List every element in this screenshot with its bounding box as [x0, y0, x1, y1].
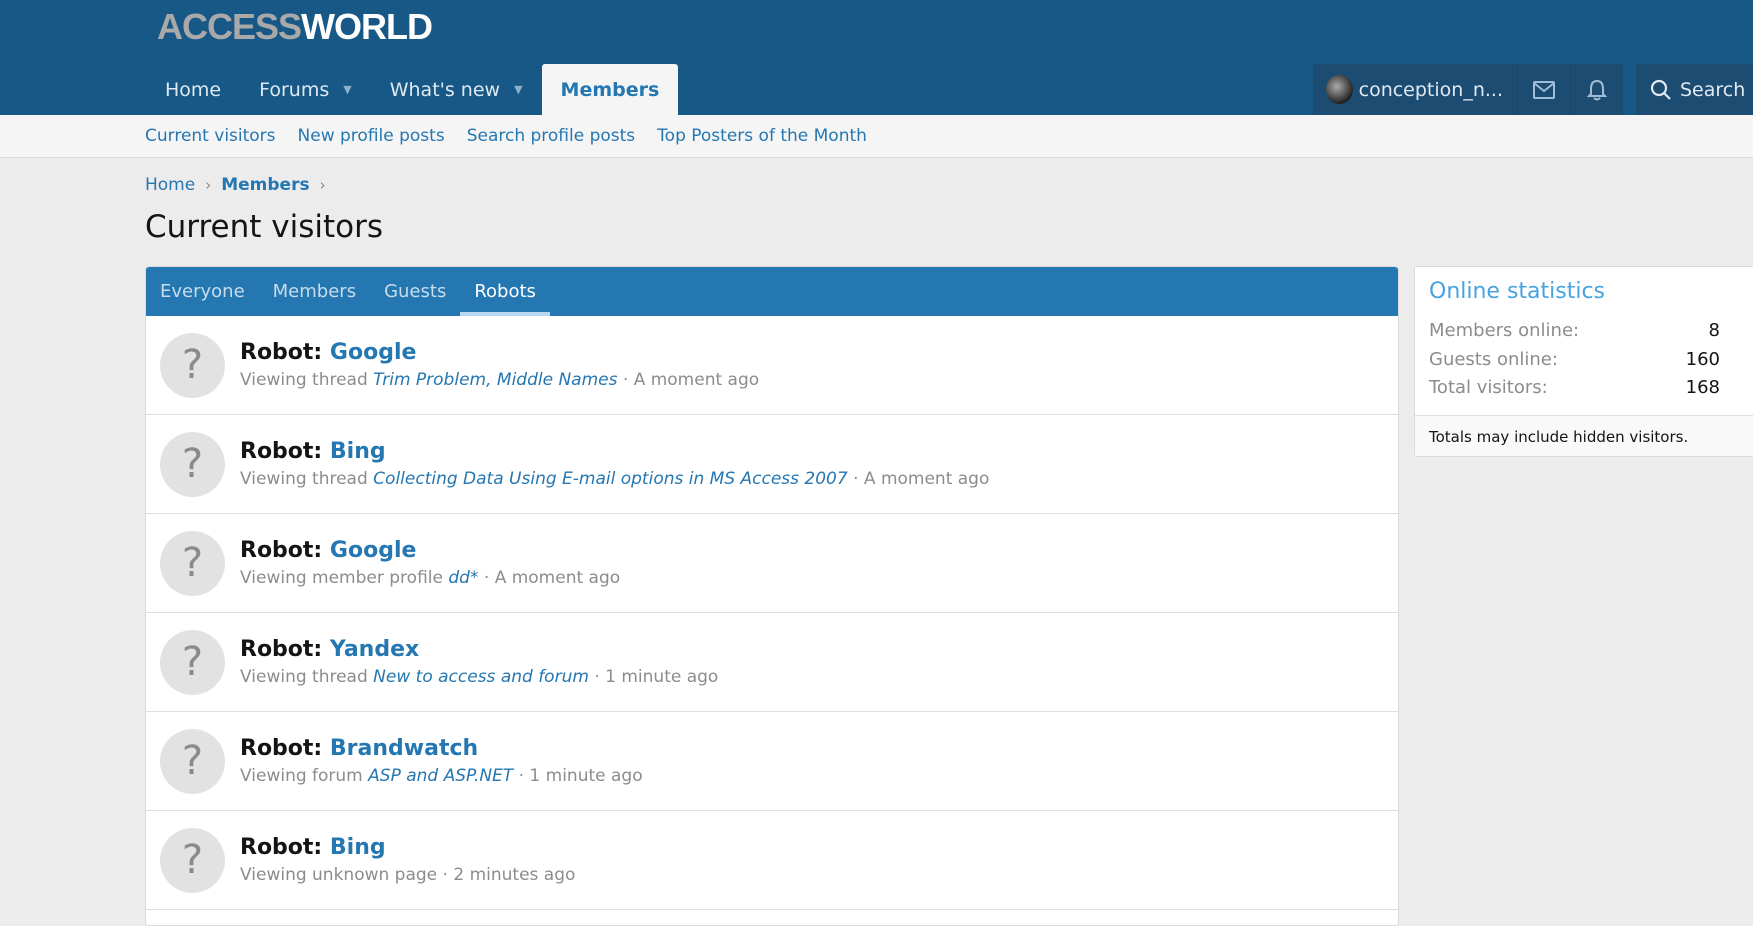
activity-link[interactable]: dd* [448, 568, 478, 588]
nav-forums[interactable]: Forums ▼ [240, 64, 371, 115]
logo-text-access: ACCESS [157, 6, 302, 47]
chevron-right-icon: › [319, 176, 326, 194]
activity-text: Viewing thread [240, 370, 368, 390]
robot-label: Robot: [240, 538, 323, 563]
subnav-top-posters[interactable]: Top Posters of the Month [657, 126, 867, 146]
stat-label: Members online: [1429, 320, 1580, 341]
activity-time: 1 minute ago [529, 766, 643, 786]
activity-link[interactable]: Trim Problem, Middle Names [373, 370, 617, 390]
chevron-right-icon: › [205, 176, 212, 194]
robot-name[interactable]: Bing [330, 439, 386, 464]
stat-value: 160 [1685, 348, 1720, 370]
nav-home[interactable]: Home [146, 64, 240, 115]
tab-everyone[interactable]: Everyone [146, 267, 259, 316]
visitor-row: ? Robot: Bing Viewing unknown page · 2 m… [146, 811, 1398, 910]
logo-text-world: WORLD [301, 6, 433, 47]
page-title: Current visitors [145, 209, 384, 245]
unknown-avatar-icon: ? [160, 827, 225, 893]
activity-time: A moment ago [494, 568, 621, 588]
activity-link[interactable]: Collecting Data Using E-mail options in … [373, 469, 848, 489]
bell-icon [1587, 79, 1607, 100]
online-statistics-widget: Online statistics Members online: 8 Guest… [1414, 266, 1753, 457]
activity-text: Viewing unknown page [240, 865, 438, 885]
search-icon [1650, 79, 1671, 100]
nav-forums-label: Forums [259, 78, 330, 101]
robot-label: Robot: [240, 439, 323, 464]
robot-name[interactable]: Bing [330, 835, 386, 860]
breadcrumb-home[interactable]: Home [145, 175, 195, 195]
subnav-current-visitors[interactable]: Current visitors [145, 126, 276, 146]
activity-text: Viewing forum [240, 766, 363, 786]
subnav-search-profile-posts[interactable]: Search profile posts [467, 126, 635, 146]
account-button[interactable]: conception_n... [1313, 64, 1517, 115]
robot-name[interactable]: Yandex [330, 637, 419, 662]
stat-total-visitors: Total visitors: 168 [1429, 377, 1744, 406]
envelope-icon [1533, 80, 1555, 99]
robot-name[interactable]: Google [330, 538, 417, 563]
tab-members[interactable]: Members [259, 267, 370, 316]
tab-robots[interactable]: Robots [460, 267, 550, 316]
unknown-avatar-icon: ? [160, 332, 225, 398]
activity-text: Viewing thread [240, 667, 368, 687]
nav-whats-new[interactable]: What's new ▼ [371, 64, 542, 115]
activity-time: A moment ago [863, 469, 990, 489]
filter-tabs: Everyone Members Guests Robots [146, 267, 1398, 316]
visitor-row: ? Robot: Yandex Viewing thread New to ac… [146, 613, 1398, 712]
tab-guests[interactable]: Guests [370, 267, 460, 316]
username: conception_n... [1358, 78, 1503, 101]
robot-label: Robot: [240, 835, 323, 860]
robot-name[interactable]: Google [330, 340, 417, 365]
search-label: Search [1680, 78, 1746, 101]
nav-home-label: Home [165, 78, 222, 101]
user-avatar [1326, 75, 1353, 104]
robot-name[interactable]: Brandwatch [330, 736, 478, 761]
sub-nav: Current visitors New profile posts Searc… [0, 115, 1753, 158]
activity-time: 1 minute ago [605, 667, 719, 687]
nav-whats-new-label: What's new [389, 78, 501, 101]
site-logo[interactable]: ACCESSWORLD [157, 6, 433, 48]
activity-time: 2 minutes ago [453, 865, 576, 885]
unknown-avatar-icon: ? [160, 728, 225, 794]
stat-label: Guests online: [1429, 348, 1558, 370]
activity-text: Viewing member profile [240, 568, 443, 588]
unknown-avatar-icon: ? [160, 530, 225, 596]
visitors-list: Everyone Members Guests Robots ? Robot: … [145, 266, 1399, 926]
stat-value: 8 [1708, 320, 1720, 341]
nav-members[interactable]: Members [541, 64, 679, 115]
stat-label: Total visitors: [1429, 377, 1548, 398]
main-nav: Home Forums ▼ What's new ▼ Members [146, 64, 679, 115]
stat-value: 168 [1685, 377, 1720, 398]
widget-footer-note: Totals may include hidden visitors. [1415, 415, 1753, 456]
subnav-new-profile-posts[interactable]: New profile posts [298, 126, 445, 146]
visitor-row: ? Robot: Brandwatch Viewing forum ASP an… [146, 712, 1398, 811]
breadcrumb: Home › Members › [145, 175, 326, 195]
unknown-avatar-icon: ? [160, 431, 225, 497]
widget-title[interactable]: Online statistics [1415, 267, 1753, 304]
visitor-row: ? Robot: Google Viewing thread Trim Prob… [146, 316, 1398, 415]
site-header: ACCESSWORLD Home Forums ▼ What's new ▼ Mem… [0, 0, 1753, 115]
stat-members-online: Members online: 8 [1429, 320, 1744, 349]
user-nav: conception_n... [1313, 64, 1623, 115]
caret-down-icon[interactable]: ▼ [343, 83, 351, 96]
inbox-button[interactable] [1517, 64, 1570, 115]
search-button[interactable]: Search [1636, 64, 1753, 115]
robot-label: Robot: [240, 637, 323, 662]
robot-label: Robot: [240, 736, 323, 761]
activity-link[interactable]: ASP and ASP.NET [368, 766, 513, 786]
visitor-row: ? Robot: Bing Viewing thread Collecting … [146, 415, 1398, 514]
activity-text: Viewing thread [240, 469, 368, 489]
activity-link[interactable]: New to access and forum [373, 667, 589, 687]
unknown-avatar-icon: ? [160, 629, 225, 695]
breadcrumb-members[interactable]: Members [221, 175, 309, 195]
nav-members-label: Members [560, 78, 660, 101]
caret-down-icon[interactable]: ▼ [514, 83, 522, 96]
activity-time: A moment ago [633, 370, 760, 390]
stat-guests-online: Guests online: 160 [1429, 349, 1744, 378]
robot-label: Robot: [240, 340, 323, 365]
visitor-row: ? Robot: Google Viewing member profile d… [146, 514, 1398, 613]
alerts-button[interactable] [1570, 64, 1623, 115]
